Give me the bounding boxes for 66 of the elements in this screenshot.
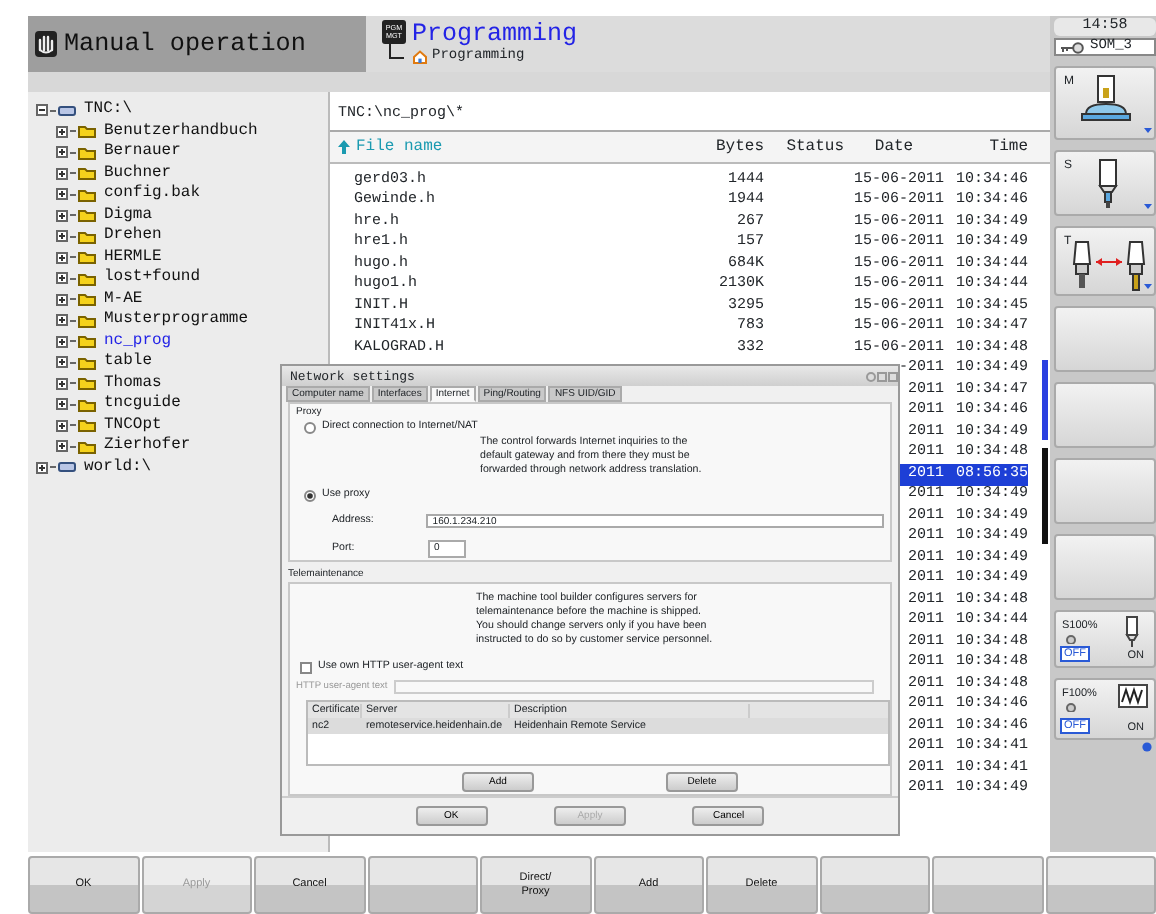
tree-item[interactable]: M-AE xyxy=(104,287,143,312)
tree-item[interactable]: tncguide xyxy=(104,392,181,417)
softkey-panel xyxy=(1054,306,1156,372)
expand-icon[interactable] xyxy=(56,251,68,264)
expand-icon[interactable] xyxy=(56,419,68,432)
expand-icon[interactable] xyxy=(56,230,68,243)
expand-icon[interactable] xyxy=(56,440,68,453)
hand-icon xyxy=(34,30,58,58)
tree-item[interactable]: Thomas xyxy=(104,371,162,396)
expand-icon[interactable] xyxy=(56,272,68,285)
mode-tab[interactable]: Manual operation xyxy=(28,16,366,72)
expand-icon[interactable] xyxy=(56,209,68,222)
tree-item[interactable]: Digma xyxy=(104,203,153,228)
expand-icon[interactable] xyxy=(56,398,68,411)
caret-icon xyxy=(1144,128,1152,134)
expand-icon[interactable] xyxy=(56,146,68,159)
connector-line xyxy=(388,44,404,60)
program-title: Programming xyxy=(412,20,578,48)
expand-icon[interactable] xyxy=(56,335,68,348)
expand-icon[interactable] xyxy=(56,125,68,138)
caret-icon xyxy=(1144,204,1152,210)
expand-icon[interactable] xyxy=(56,293,68,306)
tree-item[interactable]: config.bak xyxy=(104,182,201,207)
expand-icon[interactable] xyxy=(56,188,68,201)
softkey-panel xyxy=(1054,458,1156,524)
tree-item[interactable]: TNCOpt xyxy=(104,413,162,438)
caret-icon xyxy=(1144,284,1152,290)
column-header[interactable]: Status xyxy=(786,135,844,159)
tree-item[interactable]: Bernauer xyxy=(104,140,181,165)
radio-button[interactable] xyxy=(304,489,316,501)
user-agent-field[interactable] xyxy=(394,680,874,694)
tree-item[interactable]: table xyxy=(104,350,153,375)
tree-item[interactable]: world:\ xyxy=(84,455,152,480)
zigzag-icon xyxy=(1118,684,1148,708)
tree-item[interactable]: Benutzerhandbuch xyxy=(104,119,258,144)
column-header[interactable]: Bytes xyxy=(715,135,764,159)
checkbox[interactable] xyxy=(300,661,312,673)
radio-button[interactable] xyxy=(304,421,316,433)
tree-item[interactable]: lost+found xyxy=(104,266,201,291)
sort-up-icon[interactable] xyxy=(338,140,350,154)
dial-icon xyxy=(1064,634,1078,644)
dial-icon xyxy=(1064,702,1078,712)
collapse-icon[interactable] xyxy=(36,104,48,117)
expand-icon[interactable] xyxy=(56,167,68,180)
info-icon xyxy=(1142,742,1152,752)
tree-item[interactable]: Musterprogramme xyxy=(104,308,249,333)
tree-item[interactable]: TNC:\ xyxy=(84,98,133,123)
tree-item[interactable]: nc_prog xyxy=(104,329,172,354)
house-icon xyxy=(412,50,428,64)
expand-icon[interactable] xyxy=(36,461,48,474)
spindle-icon xyxy=(1124,616,1140,648)
softkey-panel xyxy=(1054,382,1156,448)
tree-item[interactable]: HERMLE xyxy=(104,245,162,270)
softkey-panel xyxy=(1054,534,1156,600)
column-header[interactable]: Date xyxy=(874,135,914,159)
drive-icon xyxy=(58,460,76,475)
column-header[interactable]: Time xyxy=(989,135,1028,159)
tree-item[interactable]: Zierhofer xyxy=(104,434,191,459)
expand-icon[interactable] xyxy=(56,314,68,327)
tree-item[interactable]: Drehen xyxy=(104,224,162,249)
expand-icon[interactable] xyxy=(56,377,68,390)
drive-icon xyxy=(58,103,76,118)
tree-item[interactable]: Buchner xyxy=(104,161,172,186)
expand-icon[interactable] xyxy=(56,356,68,369)
key-icon xyxy=(1060,41,1084,53)
mode-title: Manual operation xyxy=(64,27,306,62)
